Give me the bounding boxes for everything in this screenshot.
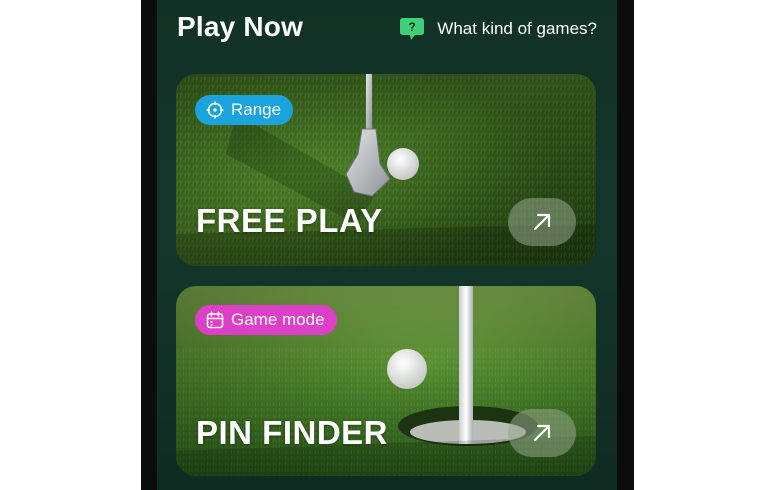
- range-tag: Range: [195, 95, 294, 125]
- free-play-open-button[interactable]: [508, 198, 576, 246]
- free-play-card[interactable]: Range FREE PLAY: [176, 74, 596, 266]
- range-tag-label: Range: [231, 100, 282, 119]
- game-types-help-link[interactable]: ? What kind of games?: [399, 16, 597, 42]
- question-speech-bubble-icon: ?: [400, 18, 425, 40]
- game-mode-tag-label: Game mode: [231, 310, 325, 329]
- arrow-up-right-icon: [533, 424, 551, 442]
- pin-finder-card[interactable]: Game mode PIN FINDER: [176, 286, 596, 476]
- pin-finder-title: PIN FINDER: [196, 414, 389, 451]
- free-play-title: FREE PLAY: [196, 202, 383, 239]
- play-now-screen: Play Now ? What kind of games? Range FRE…: [157, 0, 617, 490]
- game-mode-tag: Game mode: [195, 305, 337, 335]
- calendar-icon: [206, 311, 224, 329]
- svg-text:?: ?: [409, 20, 416, 34]
- crosshair-icon: [206, 101, 224, 119]
- help-link-label: What kind of games?: [437, 19, 597, 38]
- arrow-up-right-icon: [533, 213, 551, 231]
- pin-finder-open-button[interactable]: [508, 409, 576, 457]
- page-title: Play Now: [177, 11, 304, 42]
- header: Play Now ? What kind of games?: [157, 0, 617, 60]
